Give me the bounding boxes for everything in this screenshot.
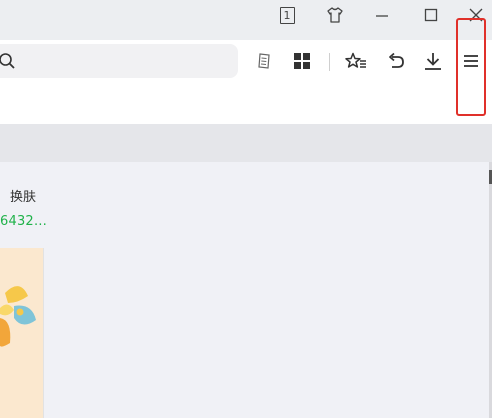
address-bar[interactable] bbox=[0, 44, 238, 78]
read-mode-icon bbox=[258, 53, 270, 69]
search-icon bbox=[0, 53, 15, 69]
bookmarks-area bbox=[0, 82, 492, 124]
toolbar bbox=[0, 40, 492, 82]
tab-count-icon: 1 bbox=[279, 6, 295, 24]
toolbar-divider bbox=[329, 53, 330, 71]
skin-button[interactable] bbox=[317, 0, 353, 30]
download-button[interactable] bbox=[417, 44, 449, 78]
maximize-button[interactable] bbox=[413, 0, 449, 30]
tab-count-button[interactable]: 1 bbox=[269, 0, 305, 30]
page-content bbox=[0, 162, 492, 418]
apps-grid-icon bbox=[294, 53, 310, 69]
read-mode-button[interactable] bbox=[248, 44, 280, 78]
title-bar: 1 bbox=[0, 0, 492, 40]
skin-link[interactable]: 换肤 bbox=[10, 186, 36, 205]
tab-strip bbox=[0, 124, 492, 162]
apps-grid-button[interactable] bbox=[286, 44, 318, 78]
undo-icon bbox=[389, 52, 404, 68]
image-card[interactable] bbox=[0, 248, 44, 418]
menu-highlight-box bbox=[456, 18, 486, 116]
download-icon bbox=[425, 53, 441, 70]
minimize-button[interactable] bbox=[364, 0, 400, 30]
shirt-icon bbox=[327, 7, 343, 23]
pinwheel-illustration bbox=[0, 286, 36, 347]
undo-button[interactable] bbox=[380, 44, 412, 78]
favorites-button[interactable] bbox=[340, 44, 372, 78]
minimize-icon bbox=[376, 15, 388, 17]
green-link-text[interactable]: 6432… bbox=[0, 214, 47, 229]
favorites-icon bbox=[345, 52, 366, 68]
maximize-icon bbox=[424, 8, 438, 22]
